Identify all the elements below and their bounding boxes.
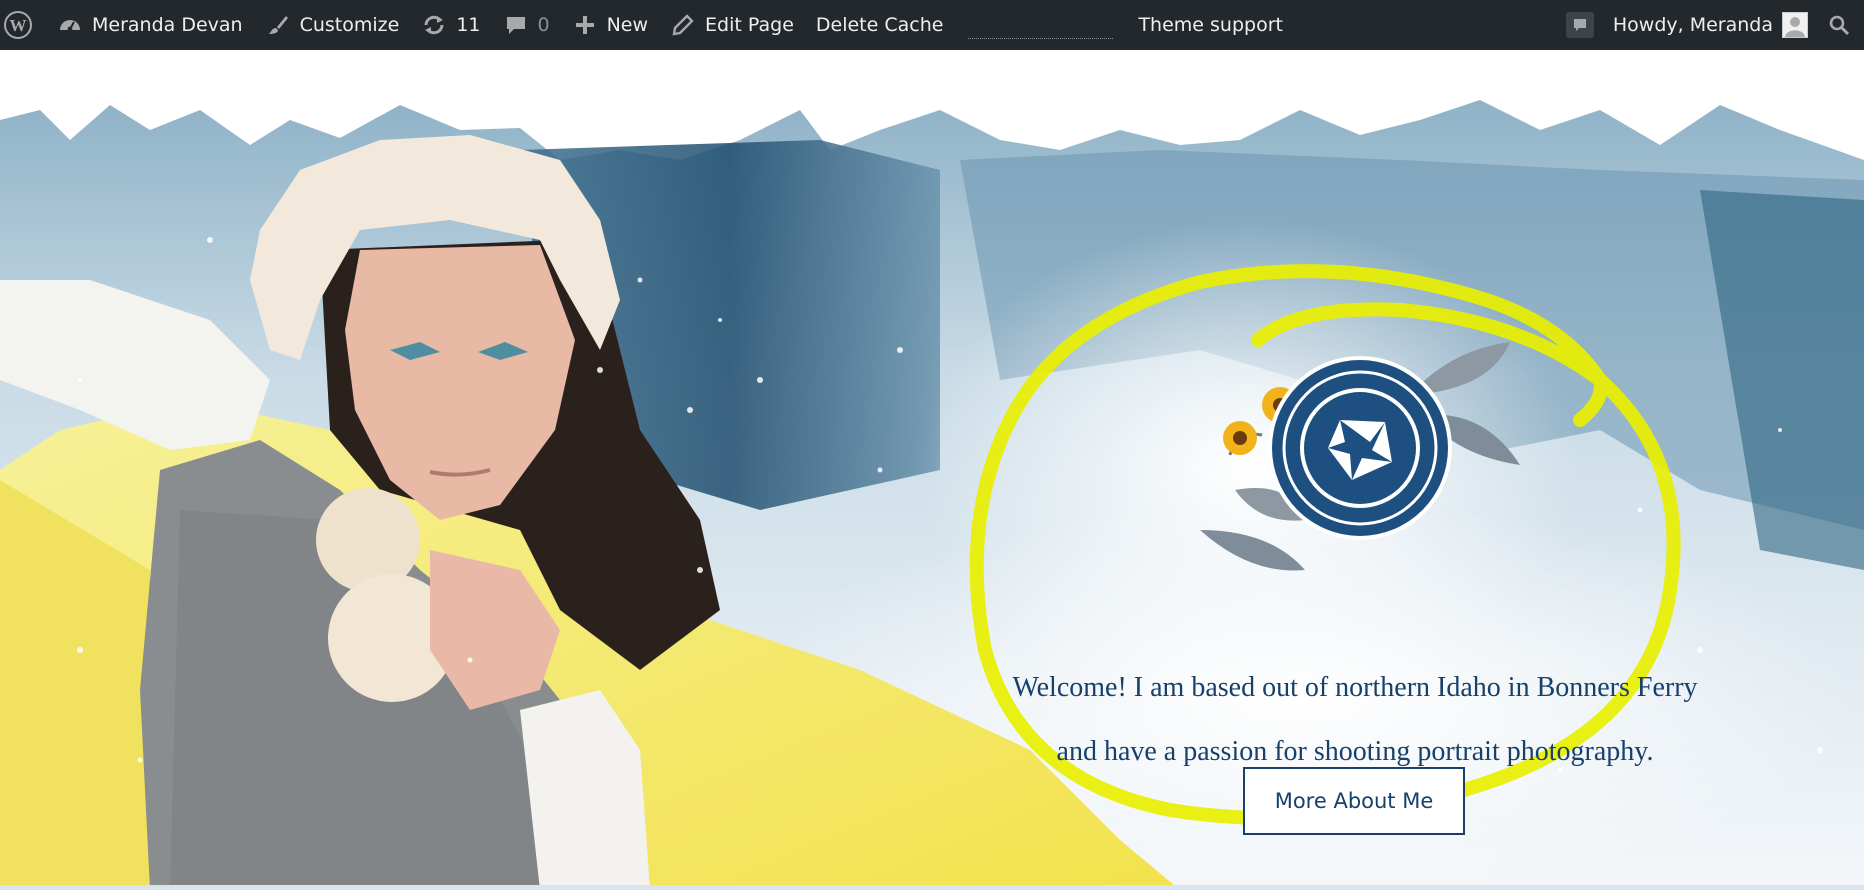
wordpress-logo-icon: W xyxy=(2,9,34,41)
bottom-scroll-strip xyxy=(0,885,1864,890)
admin-bar: W Meranda Devan Customize 11 0 New Edit … xyxy=(0,0,1864,50)
theme-support-link[interactable]: Theme support xyxy=(1127,0,1294,50)
notification-icon[interactable] xyxy=(1565,12,1594,38)
customize-label: Customize xyxy=(299,14,400,36)
search-icon xyxy=(1826,12,1852,38)
site-name-label: Meranda Devan xyxy=(92,14,243,36)
hero-section: Welcome! I am based out of northern Idah… xyxy=(0,50,1864,890)
customize-link[interactable]: Customize xyxy=(254,0,411,50)
updates-link[interactable]: 11 xyxy=(410,0,491,50)
comments-link[interactable]: 0 xyxy=(492,0,561,50)
new-content-menu[interactable]: New xyxy=(561,0,659,50)
comment-icon xyxy=(503,12,529,38)
delete-cache-label: Delete Cache xyxy=(815,14,944,36)
updates-count: 11 xyxy=(456,14,481,36)
my-account-menu[interactable]: Howdy, Meranda xyxy=(1613,0,1818,50)
edit-page-label: Edit Page xyxy=(705,14,794,36)
comments-count: 0 xyxy=(537,14,550,36)
paintbrush-icon xyxy=(265,12,291,38)
delete-cache-link[interactable]: Delete Cache xyxy=(805,0,955,50)
search-button[interactable] xyxy=(1818,0,1864,50)
new-label: New xyxy=(606,14,649,36)
admin-bar-blank-field[interactable] xyxy=(968,19,1114,39)
site-name-menu[interactable]: Meranda Devan xyxy=(46,0,254,50)
more-about-me-button[interactable]: More About Me xyxy=(1243,767,1465,835)
edit-page-link[interactable]: Edit Page xyxy=(659,0,805,50)
greeting-label: Howdy, Meranda xyxy=(1612,14,1773,36)
avatar-icon xyxy=(1782,12,1808,38)
wordpress-menu[interactable]: W xyxy=(0,0,46,50)
theme-support-label: Theme support xyxy=(1138,14,1283,36)
plus-icon xyxy=(572,12,598,38)
admin-bar-secondary: Howdy, Meranda xyxy=(1565,0,1864,50)
dashboard-icon xyxy=(57,12,83,38)
pencil-icon xyxy=(670,12,696,38)
svg-text:W: W xyxy=(10,16,27,35)
welcome-text-line-1: Welcome! I am based out of northern Idah… xyxy=(1012,672,1698,703)
refresh-icon xyxy=(421,12,447,38)
